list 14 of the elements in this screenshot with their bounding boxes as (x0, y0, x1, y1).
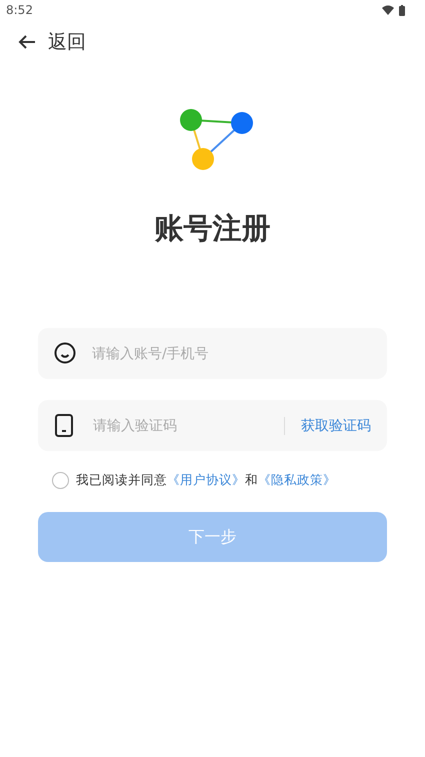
code-field[interactable]: 请输入验证码 (91, 416, 284, 434)
back-arrow-icon (18, 35, 36, 49)
agreement-link[interactable]: 《用户协议》 (167, 472, 245, 487)
get-code-link[interactable]: 获取验证码 (285, 416, 387, 434)
battery-icon (399, 4, 405, 16)
tablet-icon (55, 414, 73, 437)
status-time: 8:52 (6, 3, 33, 17)
agreement-checkbox[interactable] (52, 472, 69, 489)
back-button[interactable]: 返回 (18, 29, 86, 55)
wifi-icon (382, 5, 394, 15)
agreement-text: 我已阅读并同意《用户协议》和《隐私政策》 (76, 472, 336, 489)
page-title: 账号注册 (154, 210, 272, 247)
account-field[interactable]: 请输入账号/手机号 (38, 328, 387, 379)
agreement-link[interactable]: 《隐私政策》 (258, 472, 336, 487)
